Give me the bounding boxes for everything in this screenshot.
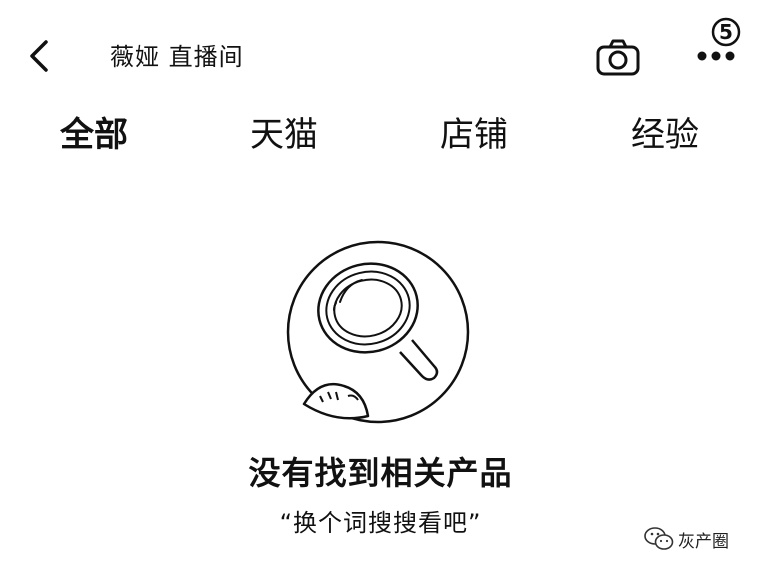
watermark: 灰产圈 (644, 524, 729, 554)
more-button[interactable]: 5 (694, 14, 744, 74)
top-bar: 薇娅 直播间 5 (0, 0, 761, 100)
tab-shops[interactable]: 店铺 (440, 110, 508, 160)
watermark-text: 灰产圈 (678, 531, 729, 552)
magnifier-illustration-icon (286, 240, 470, 424)
tab-all[interactable]: 全部 (60, 110, 128, 160)
tab-tmall[interactable]: 天猫 (250, 110, 318, 160)
more-dots-icon: 5 (697, 17, 741, 61)
category-tabs: 全部 天猫 店铺 经验 (0, 110, 761, 160)
camera-icon[interactable] (594, 38, 642, 78)
page-title: 薇娅 直播间 (110, 43, 244, 71)
tab-experience[interactable]: 经验 (631, 110, 699, 160)
notification-badge: 5 (719, 20, 733, 44)
chevron-left-icon[interactable] (24, 36, 56, 76)
empty-state-title: 没有找到相关产品 (248, 454, 513, 492)
wechat-icon (644, 527, 674, 550)
